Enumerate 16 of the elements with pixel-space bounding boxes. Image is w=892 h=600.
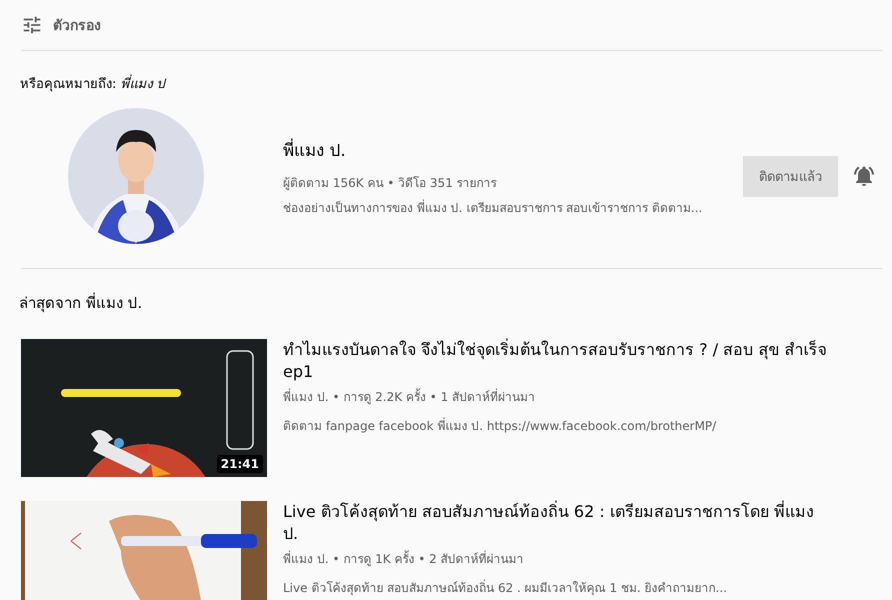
video-description: Live ติวโค้งสุดท้าย สอบสัมภาษณ์ท้องถิ่น 62 . ผมมีเวลาให้คุณ 1 ชม. ยิงคำถามยาก...: [283, 578, 728, 597]
video-title[interactable]: Live ติวโค้งสุดท้าย สอบสัมภาษณ์ท้องถิ่น 62 : เตรียมสอบราชการโดย พี่แมง ป.: [283, 501, 828, 545]
duration-badge: 21:41: [216, 455, 263, 473]
subscribed-button[interactable]: ติดตามแล้ว: [743, 156, 838, 196]
bell-icon[interactable]: [852, 164, 876, 188]
filter-icon[interactable]: [21, 14, 43, 36]
section-title: ล่าสุดจาก พี่แมง ป.: [19, 292, 144, 314]
suggestion-text: หรือคุณหมายถึง: พี่แมง ป: [20, 73, 882, 94]
channel-stats: ผู้ติดตาม 156K คน • วิดีโอ 351 รายการ: [283, 174, 498, 192]
video-meta: พี่แมง ป. • การดู 1K ครั้ง • 2 สัปดาห์ที่ผ่านมา: [283, 549, 525, 568]
video-meta: พี่แมง ป. • การดู 2.2K ครั้ง • 1 สัปดาห์ที่ผ่านมา: [283, 387, 536, 406]
video-title[interactable]: ทำไมแรงบันดาลใจ จึงไม่ใช่จุดเริ่มต้นในการสอบรับราชการ ? / สอบ สุข สำเร็จ ep1: [283, 339, 828, 383]
channel-name[interactable]: พี่แมง ป.: [283, 136, 743, 162]
channel-description: ช่องอย่างเป็นทางการของ พี่แมง ป. เตรียมสอบราชการ สอบเข้าราชการ ติดตาม...: [283, 198, 704, 216]
video-description: ติดตาม fanpage facebook พี่แมง ป. https://www.facebook.com/brotherMP/: [283, 416, 718, 435]
filter-label[interactable]: ตัวกรอง: [53, 14, 101, 36]
